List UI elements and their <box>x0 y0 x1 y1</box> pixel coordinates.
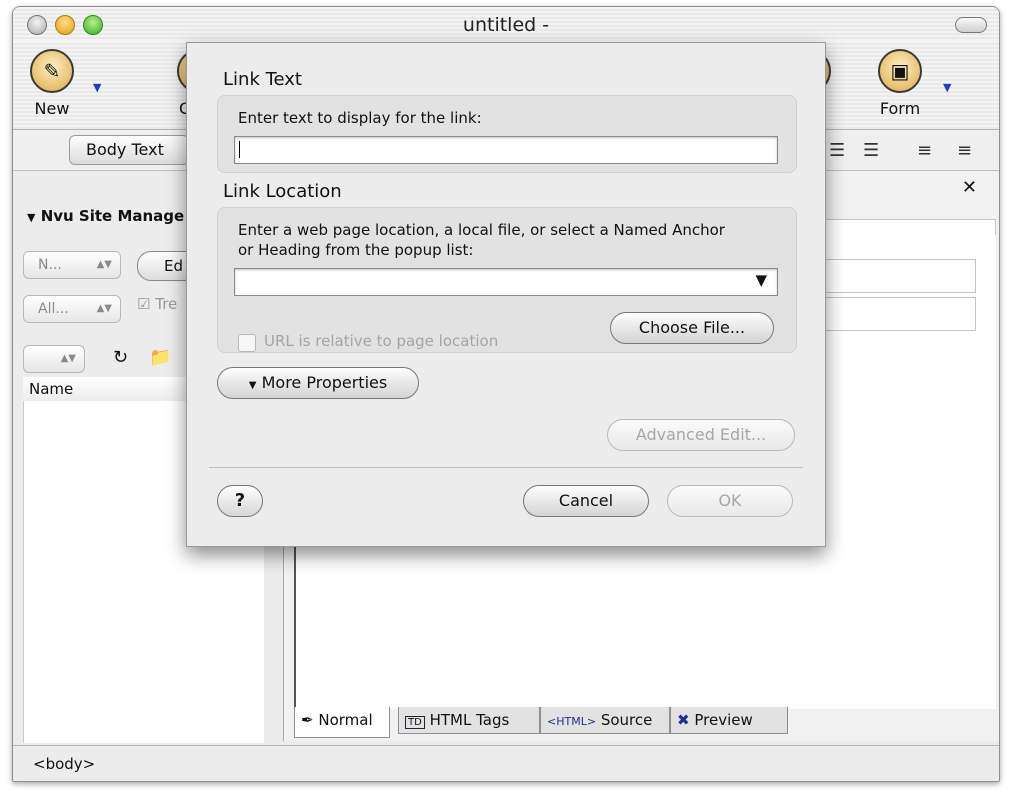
close-icon[interactable]: ✕ <box>962 177 977 198</box>
bulleted-list-icon[interactable]: ☰ <box>863 140 879 161</box>
link-text-heading: Link Text <box>223 69 302 90</box>
site-manager-header[interactable]: ▼ Nvu Site Manage <box>27 207 184 225</box>
tab-html-tags[interactable]: TD HTML Tags <box>398 707 540 734</box>
link-location-heading: Link Location <box>223 181 342 202</box>
advanced-edit-button[interactable]: Advanced Edit... <box>607 419 795 451</box>
choose-file-button[interactable]: Choose File... <box>610 312 774 344</box>
pen-icon: ✒ <box>301 711 314 729</box>
stepper-icon: ▲▼ <box>96 259 112 270</box>
tab-normal-label: Normal <box>318 711 373 729</box>
new-folder-icon[interactable]: 📁 <box>149 347 171 368</box>
cancel-button[interactable]: Cancel <box>523 485 649 517</box>
more-properties-label: More Properties <box>261 373 388 392</box>
tab-source-label: Source <box>600 711 653 729</box>
disclosure-triangle-icon: ▼ <box>27 211 36 224</box>
link-properties-dialog: Link Text Enter text to display for the … <box>186 42 826 547</box>
link-location-group: Enter a web page location, a local file,… <box>217 207 797 353</box>
ok-button[interactable]: OK <box>667 485 793 517</box>
link-text-prompt: Enter text to display for the link: <box>238 109 482 127</box>
status-bar: <body> <box>13 745 999 781</box>
text-cursor <box>239 141 240 158</box>
new-document-icon: ✎ <box>30 49 74 93</box>
new-button[interactable]: ✎ New <box>17 49 87 118</box>
status-tag[interactable]: <body> <box>33 755 95 773</box>
site-manager-title: Nvu Site Manage <box>40 207 185 225</box>
link-location-combobox[interactable]: ▼ <box>234 268 778 296</box>
form-icon: ▣ <box>878 49 922 93</box>
numbered-list-icon[interactable]: ☰ <box>829 140 845 161</box>
tree-checkbox-label: Tre <box>155 295 178 313</box>
link-text-group: Enter text to display for the link: <box>217 95 797 173</box>
tree-checkbox[interactable]: ☑ Tre <box>137 295 177 313</box>
table-cell[interactable] <box>824 259 976 293</box>
table-cell[interactable] <box>824 297 976 331</box>
checkmark-icon: ☑ <box>137 295 151 313</box>
toolbar-toggle-button[interactable] <box>955 17 987 33</box>
tab-preview-label: Preview <box>694 711 753 729</box>
tab-normal[interactable]: ✒ Normal <box>294 707 390 738</box>
html-source-icon: <HTML> <box>547 715 597 728</box>
td-tag-icon: TD <box>405 716 425 729</box>
new-dropdown-icon[interactable]: ▼ <box>93 81 101 94</box>
form-button-label: Form <box>879 99 921 118</box>
help-button[interactable]: ? <box>217 485 263 517</box>
refresh-icon[interactable]: ↻ <box>113 347 128 368</box>
link-text-input[interactable] <box>234 136 778 164</box>
tab-preview[interactable]: ✖ Preview <box>670 707 788 734</box>
filter-select-value: All... <box>38 301 69 317</box>
stepper-icon: ▲▼ <box>60 353 76 364</box>
align-left-icon[interactable]: ≡ <box>917 140 932 161</box>
align-center-icon[interactable]: ≡ <box>957 140 972 161</box>
title-bar: untitled - <box>13 7 999 41</box>
disclosure-down-icon: ▼ <box>248 380 257 391</box>
url-relative-label: URL is relative to page location <box>264 332 499 350</box>
link-location-prompt-line1: Enter a web page location, a local file,… <box>238 221 725 239</box>
site-select[interactable]: N... ▲▼ <box>23 251 121 279</box>
paragraph-style-select[interactable]: Body Text <box>69 135 189 165</box>
small-select[interactable]: ▲▼ <box>23 345 85 373</box>
filter-select[interactable]: All... ▲▼ <box>23 295 121 323</box>
window-title: untitled - <box>462 14 550 36</box>
stepper-icon: ▲▼ <box>96 303 112 314</box>
link-location-prompt-line2: or Heading from the popup list: <box>238 241 474 259</box>
dialog-separator <box>209 467 803 468</box>
form-button[interactable]: ▣ Form <box>865 49 935 118</box>
site-select-value: N... <box>38 257 62 273</box>
dropdown-arrow-icon[interactable]: ▼ <box>755 271 767 289</box>
form-dropdown-icon[interactable]: ▼ <box>943 81 951 94</box>
tab-source[interactable]: <HTML> Source <box>540 707 670 734</box>
more-properties-button[interactable]: ▼ More Properties <box>217 367 419 399</box>
url-relative-checkbox[interactable] <box>238 334 256 352</box>
tab-html-tags-label: HTML Tags <box>429 711 510 729</box>
new-button-label: New <box>34 99 70 118</box>
preview-icon: ✖ <box>677 711 690 729</box>
